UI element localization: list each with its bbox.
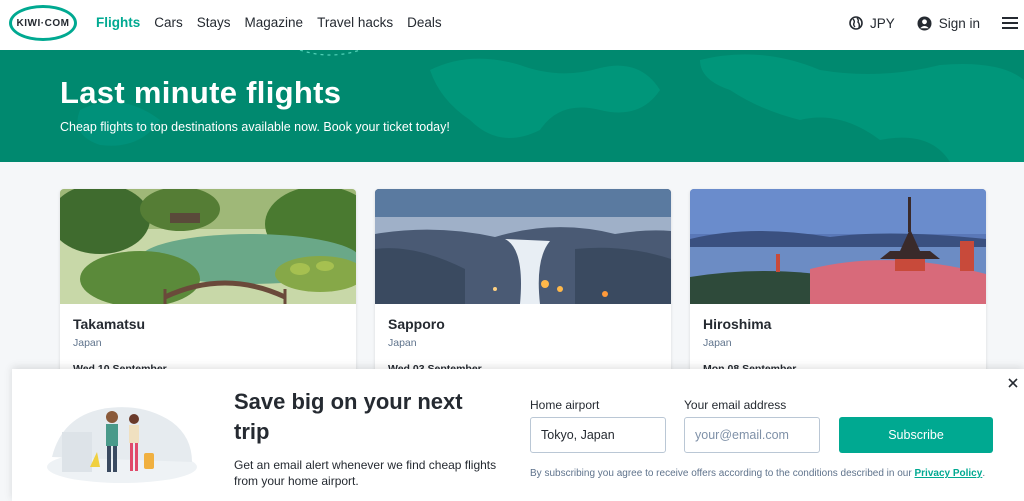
subscribe-button[interactable]: Subscribe [839,417,993,453]
hero-subtitle: Cheap flights to top destinations availa… [60,120,450,134]
destination-image-hiroshima [690,189,986,304]
home-airport-label: Home airport [530,398,600,412]
close-icon[interactable] [1006,376,1020,390]
nav-travel-hacks[interactable]: Travel hacks [317,15,393,30]
card-city: Takamatsu [73,316,146,332]
main-nav: Flights Cars Stays Magazine Travel hacks… [96,15,456,30]
sign-in-button[interactable]: Sign in [917,16,980,31]
legal-notice: By subscribing you agree to receive offe… [530,467,990,481]
currency-label: JPY [869,15,895,31]
home-airport-input[interactable] [530,417,666,453]
menu-icon[interactable] [1002,14,1018,32]
kiwi-logo[interactable]: KIWI·COM [9,5,77,41]
nav-flights[interactable]: Flights [96,15,140,30]
header-actions: JPY Sign in [849,14,1024,32]
currency-selector[interactable]: JPY [849,16,895,31]
nav-stays[interactable]: Stays [197,15,231,30]
email-input[interactable] [684,417,820,453]
user-icon [917,16,932,30]
card-city: Sapporo [388,316,445,332]
privacy-policy-link[interactable]: Privacy Policy [914,468,982,479]
logo-text: KIWI·COM [16,17,70,29]
hero-banner: Last minute flights Cheap flights to top… [0,50,1024,162]
card-country: Japan [73,337,102,349]
hero-title: Last minute flights [60,75,342,110]
nav-deals[interactable]: Deals [407,15,442,30]
sign-in-label: Sign in [938,15,980,31]
destination-card[interactable]: Takamatsu Japan Wed 10 September [60,189,356,389]
globe-icon [849,16,863,30]
subscribe-description: Get an email alert whenever we find chea… [234,458,497,488]
subscribe-title: Save big on your next trip [234,389,463,444]
card-country: Japan [388,337,417,349]
travelers-illustration [47,407,197,483]
subscribe-panel: Save big on your next trip Get an email … [12,369,1024,501]
destination-image-takamatsu [60,189,356,304]
destination-card[interactable]: Hiroshima Japan Mon 08 September [690,189,986,389]
legal-text: By subscribing you agree to receive offe… [530,468,912,479]
nav-cars[interactable]: Cars [154,15,183,30]
card-country: Japan [703,337,732,349]
email-label: Your email address [684,398,787,412]
destination-card[interactable]: Sapporo Japan Wed 03 September [375,189,671,389]
destination-image-sapporo [375,189,671,304]
nav-magazine[interactable]: Magazine [245,15,304,30]
top-navigation-bar: KIWI·COM Flights Cars Stays Magazine Tra… [0,0,1024,50]
card-city: Hiroshima [703,316,772,332]
legal-end: . [982,468,986,479]
destination-cards: Takamatsu Japan Wed 10 September Sapporo [60,189,986,389]
